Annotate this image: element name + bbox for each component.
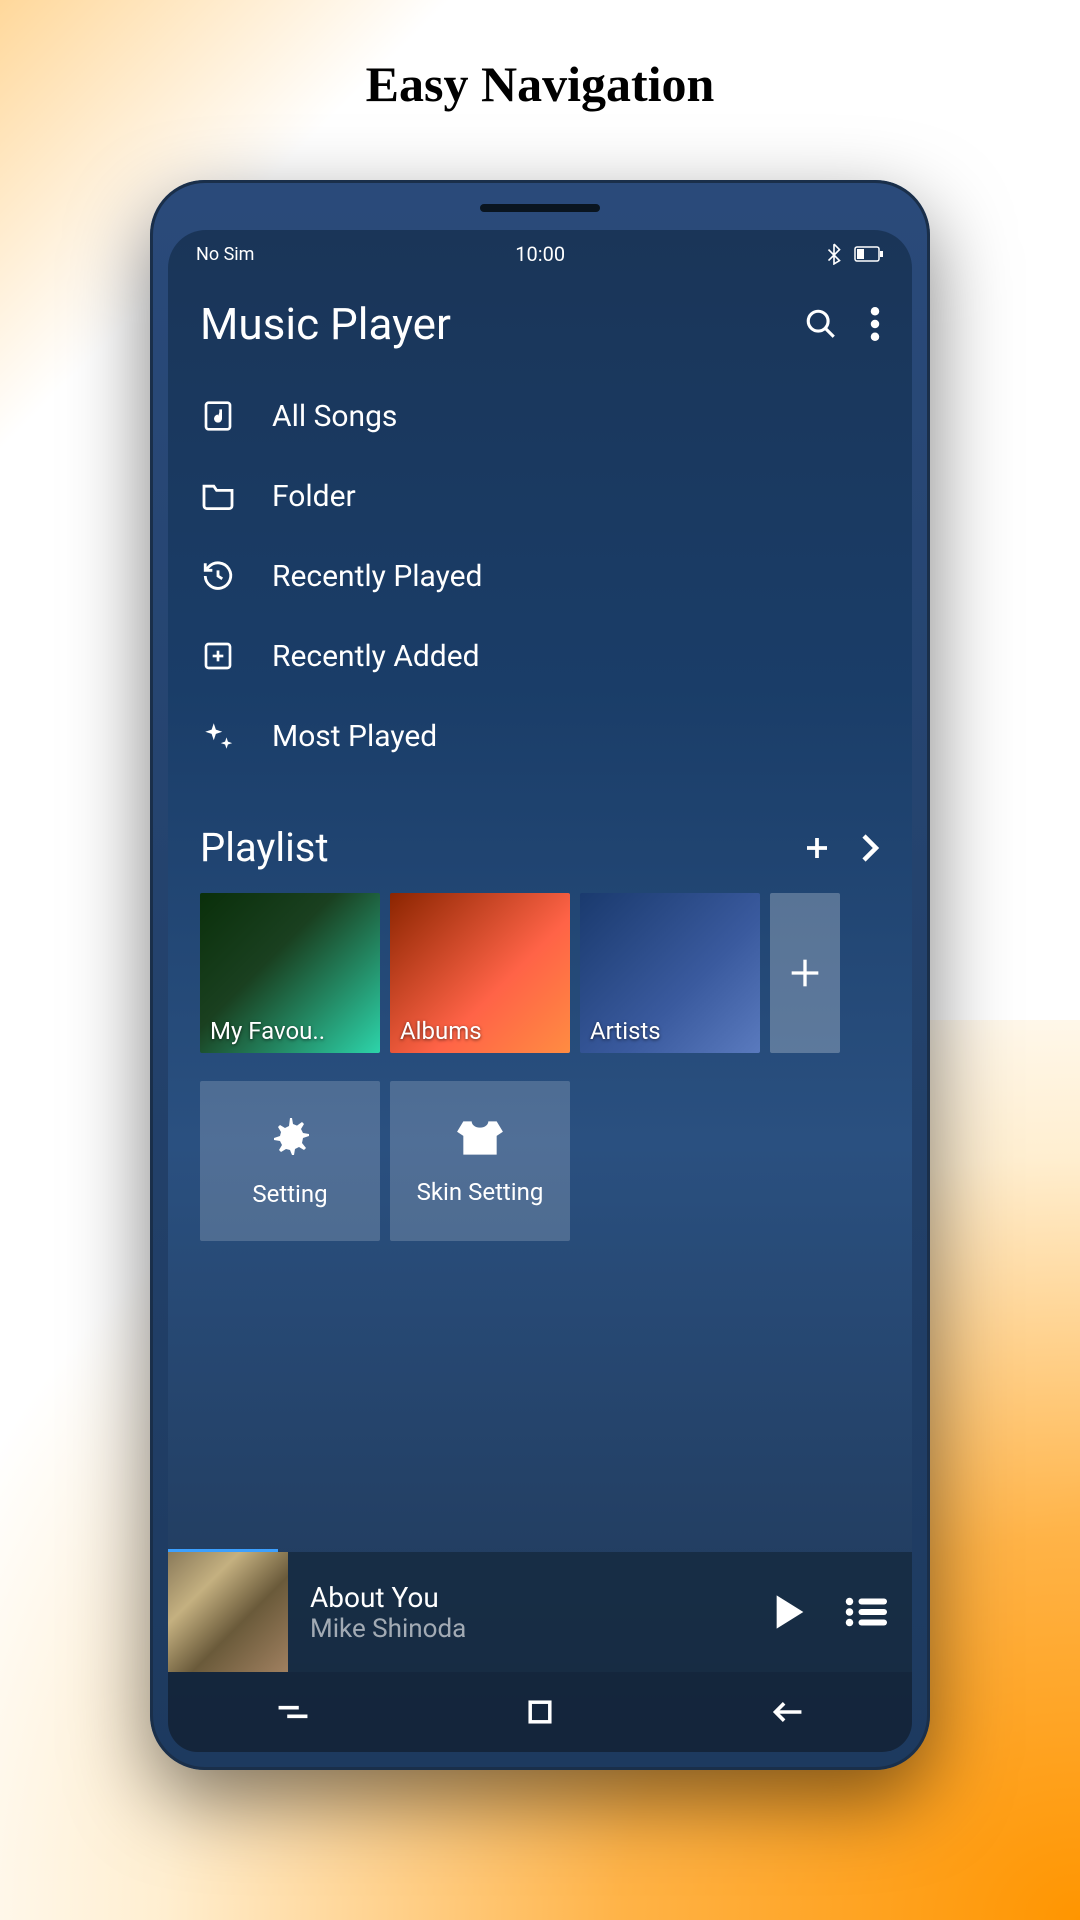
status-right — [826, 243, 884, 265]
nav-label: Folder — [272, 479, 356, 514]
status-sim: No Sim — [196, 244, 254, 265]
now-playing-bar[interactable]: About You Mike Shinoda — [168, 1552, 912, 1672]
phone-frame: No Sim 10:00 Music Player — [150, 180, 930, 1770]
skin-settings-card[interactable]: Skin Setting — [390, 1081, 570, 1241]
folder-icon — [200, 478, 236, 514]
chevron-right-icon[interactable] — [860, 833, 880, 863]
settings-label: Skin Setting — [417, 1178, 544, 1206]
playlist-card-artists[interactable]: Artists — [580, 893, 760, 1053]
track-artist: Mike Shinoda — [310, 1614, 750, 1644]
nav-item-recently-played[interactable]: Recently Played — [200, 536, 880, 616]
playlist-card-albums[interactable]: Albums — [390, 893, 570, 1053]
search-icon[interactable] — [804, 307, 838, 341]
playlist-card-label: My Favou.. — [200, 1009, 380, 1053]
back-icon[interactable] — [769, 1699, 805, 1725]
nav-label: Most Played — [272, 719, 437, 754]
system-nav — [168, 1672, 912, 1752]
progress-indicator — [168, 1549, 278, 1552]
more-icon[interactable] — [870, 307, 880, 341]
playlist-card-favourites[interactable]: My Favou.. — [200, 893, 380, 1053]
nav-label: All Songs — [272, 399, 397, 434]
queue-icon[interactable] — [844, 1597, 888, 1627]
play-icon[interactable] — [772, 1592, 808, 1632]
album-art[interactable] — [168, 1552, 288, 1672]
playlist-title: Playlist — [200, 824, 329, 871]
playlist-card-label: Albums — [390, 1009, 570, 1053]
home-icon[interactable] — [526, 1698, 554, 1726]
speaker — [480, 204, 600, 212]
nav-label: Recently Added — [272, 639, 480, 674]
status-time: 10:00 — [515, 242, 565, 266]
nav-item-all-songs[interactable]: All Songs — [200, 376, 880, 456]
gear-icon — [266, 1114, 314, 1162]
history-icon — [200, 558, 236, 594]
nav-label: Recently Played — [272, 559, 482, 594]
screen: No Sim 10:00 Music Player — [168, 230, 912, 1752]
tshirt-icon — [455, 1116, 505, 1160]
add-playlist-card[interactable] — [770, 893, 840, 1053]
nav-item-most-played[interactable]: Most Played — [200, 696, 880, 776]
playlist-row: My Favou.. Albums Artists — [168, 893, 912, 1053]
playlist-card-label: Artists — [580, 1009, 760, 1053]
music-file-icon — [200, 398, 236, 434]
settings-row: Setting Skin Setting — [168, 1053, 912, 1269]
battery-icon — [854, 246, 884, 262]
track-title: About You — [310, 1581, 750, 1614]
sparkle-icon — [200, 718, 236, 754]
recent-apps-icon[interactable] — [275, 1699, 311, 1725]
nav-item-folder[interactable]: Folder — [200, 456, 880, 536]
bluetooth-icon — [826, 243, 842, 265]
plus-box-icon — [200, 638, 236, 674]
settings-card[interactable]: Setting — [200, 1081, 380, 1241]
status-bar: No Sim 10:00 — [168, 230, 912, 274]
nav-list: All Songs Folder Recently Played Recentl… — [168, 362, 912, 776]
promo-title: Easy Navigation — [0, 55, 1080, 113]
app-header: Music Player — [168, 274, 912, 362]
add-playlist-icon[interactable] — [802, 833, 832, 863]
settings-label: Setting — [252, 1180, 327, 1208]
app-title: Music Player — [200, 298, 451, 350]
track-info: About You Mike Shinoda — [310, 1581, 750, 1644]
playlist-header: Playlist — [168, 776, 912, 893]
nav-item-recently-added[interactable]: Recently Added — [200, 616, 880, 696]
